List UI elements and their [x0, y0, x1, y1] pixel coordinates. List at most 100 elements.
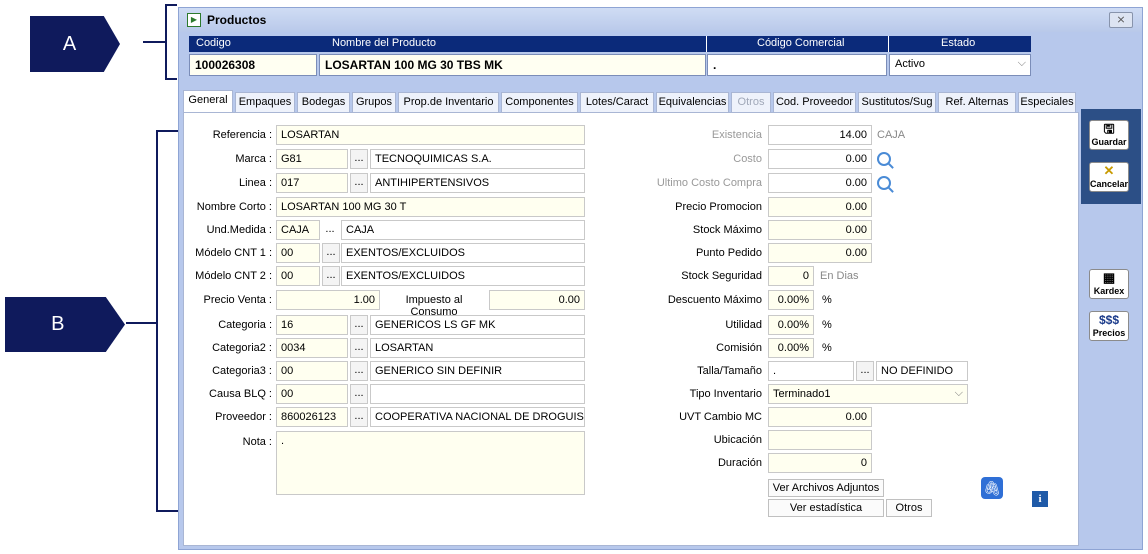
- tipo-inventario-label: Tipo Inventario: [689, 388, 762, 400]
- comercial-field[interactable]: .: [707, 54, 887, 76]
- categoria3-lookup-button[interactable]: ...: [350, 361, 368, 381]
- categoria2-lookup-button[interactable]: ...: [350, 338, 368, 358]
- window-title: Productos: [207, 13, 267, 27]
- stock-seg-unit: En Dias: [820, 270, 859, 282]
- close-button[interactable]: ⨯: [1109, 12, 1133, 28]
- tab-sustitutos[interactable]: Sustitutos/Sug: [858, 92, 936, 112]
- desc-max-unit: %: [822, 294, 832, 306]
- categoria3-desc-field: GENERICO SIN DEFINIR: [370, 361, 585, 381]
- marca-lookup-button[interactable]: ...: [350, 149, 368, 169]
- col-nombre: Nombre del Producto: [332, 37, 436, 49]
- tab-bodegas[interactable]: Bodegas: [297, 92, 350, 112]
- col-estado: Estado: [941, 37, 976, 49]
- tipo-inventario-select[interactable]: Terminado1 ⌵: [768, 384, 968, 404]
- categoria2-code-field[interactable]: 0034: [276, 338, 348, 358]
- tipo-inventario-value: Terminado1: [773, 388, 831, 400]
- codigo-field[interactable]: 100026308: [189, 54, 317, 76]
- costo-magnifier-icon[interactable]: [877, 152, 891, 166]
- utilidad-unit: %: [822, 319, 832, 331]
- uvt-label: UVT Cambio MC: [679, 411, 762, 423]
- guardar-button[interactable]: 🖫 Guardar: [1089, 120, 1129, 150]
- chevron-down-icon[interactable]: ⌵: [955, 387, 963, 400]
- prices-icon: $$$: [1098, 313, 1120, 327]
- tab-grupos[interactable]: Grupos: [352, 92, 396, 112]
- utilidad-field[interactable]: 0.00%: [768, 315, 814, 335]
- kardex-button[interactable]: ▦ Kardex: [1089, 269, 1129, 299]
- ultimo-costo-field: 0.00: [768, 173, 872, 193]
- nombre-field[interactable]: LOSARTAN 100 MG 30 TBS MK: [319, 54, 706, 76]
- estado-select[interactable]: Activo ⌵: [889, 54, 1031, 76]
- tab-componentes[interactable]: Componentes: [501, 92, 578, 112]
- linea-code-field[interactable]: 017: [276, 173, 348, 193]
- tab-lotes[interactable]: Lotes/Caract: [580, 92, 654, 112]
- ver-estadistica-button[interactable]: Ver estadística: [768, 499, 884, 517]
- chevron-down-icon[interactable]: ⌵: [1018, 57, 1026, 70]
- nombre-corto-field[interactable]: LOSARTAN 100 MG 30 T: [276, 197, 585, 217]
- stock-seg-field[interactable]: 0: [768, 266, 814, 286]
- und-medida-lookup-button[interactable]: ...: [322, 223, 338, 235]
- modelo1-lookup-button[interactable]: ...: [322, 243, 340, 263]
- header-divider: [888, 36, 889, 52]
- precio-venta-field[interactable]: 1.00: [276, 290, 380, 310]
- proveedor-desc-field: COOPERATIVA NACIONAL DE DROGUISTAS D: [370, 407, 585, 427]
- nota-label: Nota :: [242, 436, 272, 448]
- app-icon: ▶: [187, 13, 201, 27]
- cancelar-button[interactable]: ✕ Cancelar: [1089, 162, 1129, 192]
- uvt-field[interactable]: 0.00: [768, 407, 872, 427]
- und-medida-code-field[interactable]: CAJA: [276, 220, 320, 240]
- categoria-label: Categoria :: [218, 319, 272, 331]
- otros-button[interactable]: Otros: [886, 499, 932, 517]
- categoria-code-field[interactable]: 16: [276, 315, 348, 335]
- und-medida-label: Und.Medida :: [206, 224, 272, 236]
- proveedor-lookup-button[interactable]: ...: [350, 407, 368, 427]
- causa-blq-code-field[interactable]: 00: [276, 384, 348, 404]
- categoria3-code-field[interactable]: 00: [276, 361, 348, 381]
- comision-field[interactable]: 0.00%: [768, 338, 814, 358]
- info-icon[interactable]: i: [1032, 491, 1048, 507]
- tab-especiales[interactable]: Especiales: [1018, 92, 1076, 112]
- modelo2-lookup-button[interactable]: ...: [322, 266, 340, 286]
- stock-max-field[interactable]: 0.00: [768, 220, 872, 240]
- ver-adjuntos-button[interactable]: Ver Archivos Adjuntos: [768, 479, 884, 497]
- desc-max-field[interactable]: 0.00%: [768, 290, 814, 310]
- talla-code-field[interactable]: .: [768, 361, 854, 381]
- marca-code-field[interactable]: G81: [276, 149, 348, 169]
- categoria3-label: Categoria3 :: [212, 365, 272, 377]
- ultimo-costo-magnifier-icon[interactable]: [877, 176, 891, 190]
- tab-equivalencias[interactable]: Equivalencias: [656, 92, 729, 112]
- precios-button[interactable]: $$$ Precios: [1089, 311, 1129, 341]
- comision-label: Comisión: [716, 342, 762, 354]
- categoria-lookup-button[interactable]: ...: [350, 315, 368, 335]
- punto-pedido-label: Punto Pedido: [695, 247, 762, 259]
- duracion-field[interactable]: 0: [768, 453, 872, 473]
- proveedor-code-field[interactable]: 860026123: [276, 407, 348, 427]
- precio-promocion-field[interactable]: 0.00: [768, 197, 872, 217]
- header-divider: [706, 36, 707, 52]
- nota-textarea[interactable]: .: [276, 431, 585, 495]
- proveedor-label: Proveedor :: [215, 411, 272, 423]
- impuesto-field[interactable]: 0.00: [489, 290, 585, 310]
- modelo1-code-field[interactable]: 00: [276, 243, 320, 263]
- modelo1-label: Módelo CNT 1 :: [195, 247, 272, 259]
- bracket-a: [165, 4, 177, 80]
- categoria2-label: Categoria2 :: [212, 342, 272, 354]
- paperclip-icon[interactable]: 🖇: [981, 477, 1003, 499]
- tab-empaques[interactable]: Empaques: [235, 92, 295, 112]
- causa-blq-lookup-button[interactable]: ...: [350, 384, 368, 404]
- tab-cod-proveedor[interactable]: Cod. Proveedor: [773, 92, 856, 112]
- punto-pedido-field[interactable]: 0.00: [768, 243, 872, 263]
- referencia-label: Referencia :: [212, 129, 272, 141]
- tab-prop-inventario[interactable]: Prop.de Inventario: [398, 92, 499, 112]
- tab-general[interactable]: General: [183, 90, 233, 113]
- categoria-desc-field: GENERICOS LS GF MK: [370, 315, 585, 335]
- talla-lookup-button[interactable]: ...: [856, 361, 874, 381]
- ubicacion-field[interactable]: [768, 430, 872, 450]
- linea-lookup-button[interactable]: ...: [350, 173, 368, 193]
- costo-field: 0.00: [768, 149, 872, 169]
- talla-label: Talla/Tamaño: [697, 365, 762, 377]
- col-comercial: Código Comercial: [757, 37, 845, 49]
- modelo2-code-field[interactable]: 00: [276, 266, 320, 286]
- referencia-field[interactable]: LOSARTAN: [276, 125, 585, 145]
- linea-label: Linea :: [238, 177, 272, 189]
- tab-ref-alternas[interactable]: Ref. Alternas: [938, 92, 1016, 112]
